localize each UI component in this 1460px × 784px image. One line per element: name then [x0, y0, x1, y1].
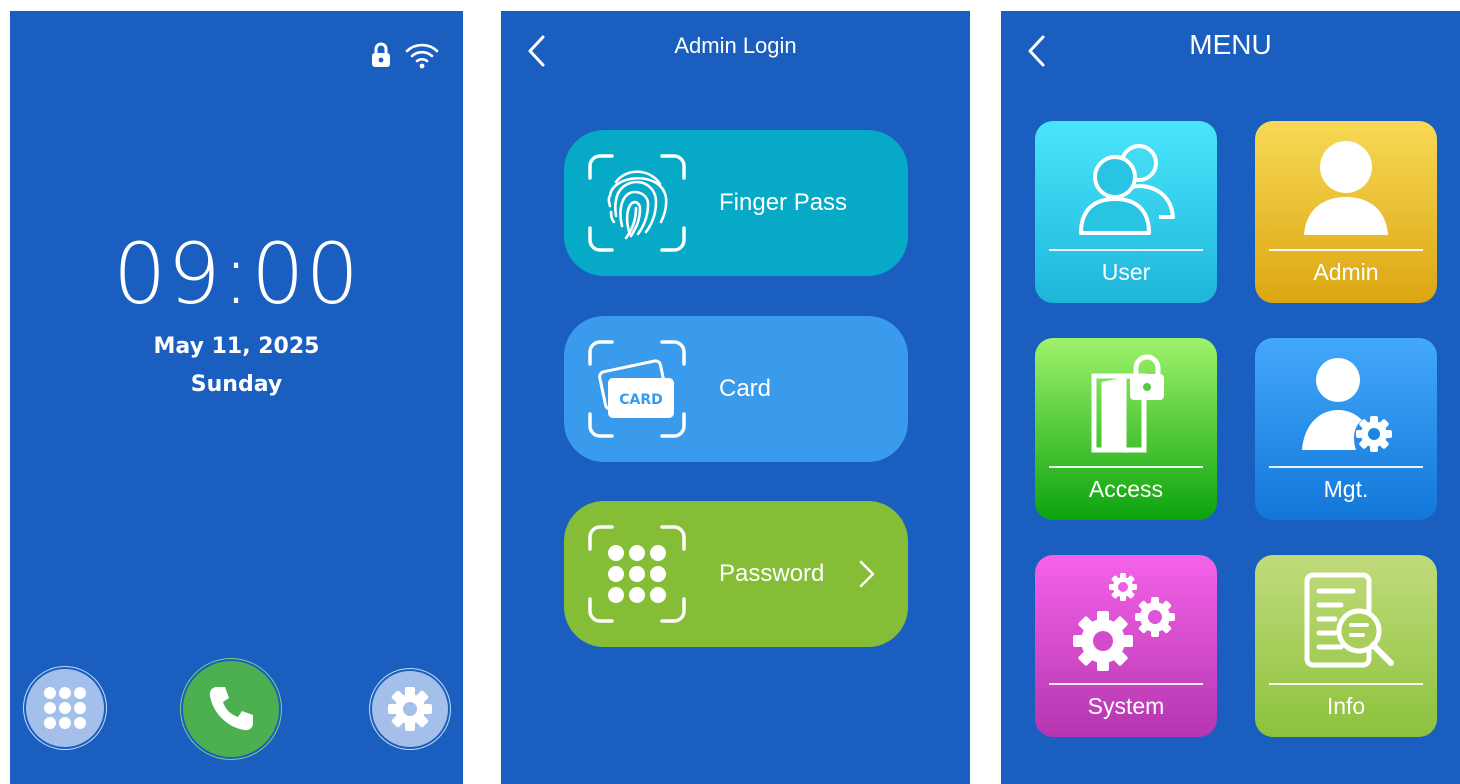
date-text: May 11, 2025 — [153, 334, 320, 359]
menu-tile-label: Access — [1088, 476, 1164, 502]
menu-tile-system[interactable]: System — [1035, 555, 1217, 737]
menu-tile-access[interactable]: Access — [1035, 338, 1217, 520]
user-gear-icon — [1302, 358, 1392, 452]
finger-pass-button[interactable]: Finger Pass — [564, 130, 908, 276]
menu-tile-label: System — [1087, 693, 1165, 719]
menu-tile-mgt[interactable]: Mgt. — [1255, 338, 1437, 520]
phone-icon — [209, 687, 253, 731]
menu-tile-label: Mgt. — [1323, 476, 1369, 502]
menu-tile-user[interactable]: User — [1035, 121, 1217, 303]
fingerprint-icon — [588, 154, 686, 252]
card-text: CARD — [619, 392, 663, 408]
admin-icon — [1304, 141, 1388, 235]
card-icon: CARD — [588, 340, 686, 438]
wifi-icon — [405, 43, 439, 69]
users-icon — [1079, 144, 1175, 235]
page-title: Admin Login — [674, 33, 797, 58]
gears-icon — [1073, 573, 1175, 671]
menu-tile-label: Admin — [1313, 259, 1379, 285]
card-label: Card — [719, 375, 772, 402]
menu-tile-admin[interactable]: Admin — [1255, 121, 1437, 303]
menu-screen: MENU User Admin Access Mgt. System Info — [1001, 11, 1460, 784]
chevron-right-icon — [859, 560, 875, 588]
clock-time: 09:00 — [112, 225, 361, 323]
password-button[interactable]: Password — [564, 501, 908, 647]
door-lock-icon — [1091, 354, 1164, 454]
menu-tile-info[interactable]: Info — [1255, 555, 1437, 737]
keypad-icon — [588, 525, 686, 623]
idle-screen: 09:00 May 11, 2025 Sunday — [10, 11, 463, 784]
menu-tile-label: Info — [1326, 693, 1366, 719]
gear-icon — [388, 687, 432, 731]
settings-button[interactable] — [372, 671, 448, 747]
password-label: Password — [719, 560, 825, 587]
menu-tile-label: User — [1101, 259, 1151, 285]
finger-pass-label: Finger Pass — [719, 189, 848, 216]
lock-icon — [372, 42, 390, 67]
status-bar — [371, 41, 439, 69]
call-button[interactable] — [183, 661, 279, 757]
admin-login-screen: Admin Login Finger Pass CARD Card Passwo… — [501, 11, 970, 784]
keypad-button[interactable] — [26, 669, 104, 747]
page-title: MENU — [1189, 29, 1272, 60]
weekday-text: Sunday — [190, 372, 283, 397]
card-button[interactable]: CARD Card — [564, 316, 908, 462]
keypad-icon — [44, 687, 86, 729]
document-search-icon — [1304, 572, 1394, 668]
